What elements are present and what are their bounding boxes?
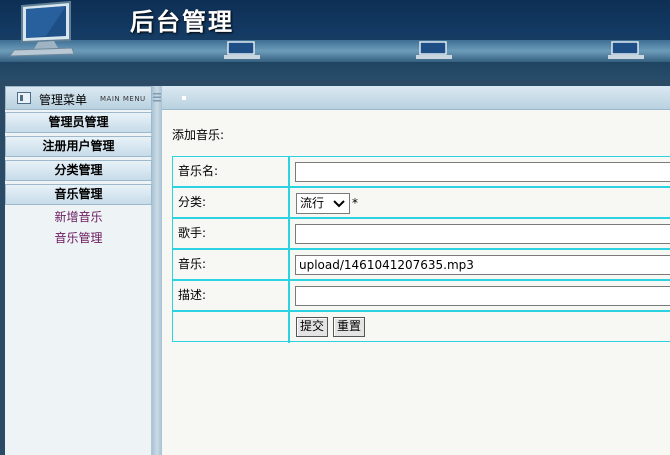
actions-label-cell [173, 312, 290, 343]
sidebar-section-music[interactable]: 音乐管理 [5, 184, 152, 205]
form-row-singer: 歌手: [173, 219, 670, 250]
category-selected-value: 流行 [300, 196, 325, 210]
bullet-icon [182, 96, 186, 100]
computer-monitor-icon [224, 41, 260, 59]
computer-monitor-icon [416, 41, 452, 59]
form-row-name: 音乐名: [173, 157, 670, 188]
file-label: 音乐: [173, 250, 290, 281]
form-row-description: 描述: [173, 281, 670, 312]
computer-monitor-icon [608, 41, 644, 59]
submit-button[interactable]: 提交 [296, 317, 329, 337]
sidebar-link-add-music[interactable]: 新增音乐 [5, 208, 152, 225]
sidebar-section-categories[interactable]: 分类管理 [5, 160, 152, 181]
page-header-title: 后台管理 [130, 7, 234, 36]
form-row-file: 音乐: upload/1461041207635.mp3 [173, 250, 670, 281]
form-row-category: 分类: 流行 * [173, 188, 670, 219]
required-mark: * [352, 196, 358, 210]
name-label: 音乐名: [173, 157, 290, 188]
sidebar-subtitle: MAIN MENU [100, 95, 146, 103]
page-title: 添加音乐: [172, 128, 225, 142]
grip-icon [153, 93, 161, 102]
music-file-input[interactable]: upload/1461041207635.mp3 [295, 255, 670, 275]
singer-input[interactable] [295, 224, 670, 244]
menu-icon [17, 92, 31, 104]
content-header-bar [162, 86, 670, 110]
sidebar-link-manage-music[interactable]: 音乐管理 [5, 229, 152, 246]
header-stripe-lower [0, 62, 670, 80]
header-banner: 后台管理 [0, 0, 670, 80]
sidebar-splitter[interactable] [152, 86, 162, 455]
add-music-form: 音乐名: 分类: 流行 * 歌手: 音乐: upload/14610412076… [172, 156, 670, 343]
computer-monitor-icon [9, 0, 75, 57]
sidebar-header: 管理菜单 MAIN MENU [5, 86, 152, 110]
singer-label: 歌手: [173, 219, 290, 250]
category-select[interactable]: 流行 [296, 193, 350, 214]
music-name-input[interactable] [295, 162, 670, 182]
sidebar: 管理员管理 注册用户管理 分类管理 音乐管理 新增音乐 音乐管理 [5, 110, 152, 455]
description-input[interactable] [295, 286, 670, 306]
main-content: 添加音乐: 音乐名: 分类: 流行 * 歌手: 音乐: upload/14610… [162, 110, 670, 455]
form-row-actions: 提交 重置 [173, 312, 670, 343]
reset-button[interactable]: 重置 [333, 317, 366, 337]
sidebar-section-users[interactable]: 注册用户管理 [5, 136, 152, 157]
sidebar-section-admin[interactable]: 管理员管理 [5, 112, 152, 133]
sidebar-title: 管理菜单 [39, 93, 88, 107]
category-label: 分类: [173, 188, 290, 219]
chevron-down-icon [333, 200, 345, 208]
header-stripe [0, 40, 670, 62]
description-label: 描述: [173, 281, 290, 312]
